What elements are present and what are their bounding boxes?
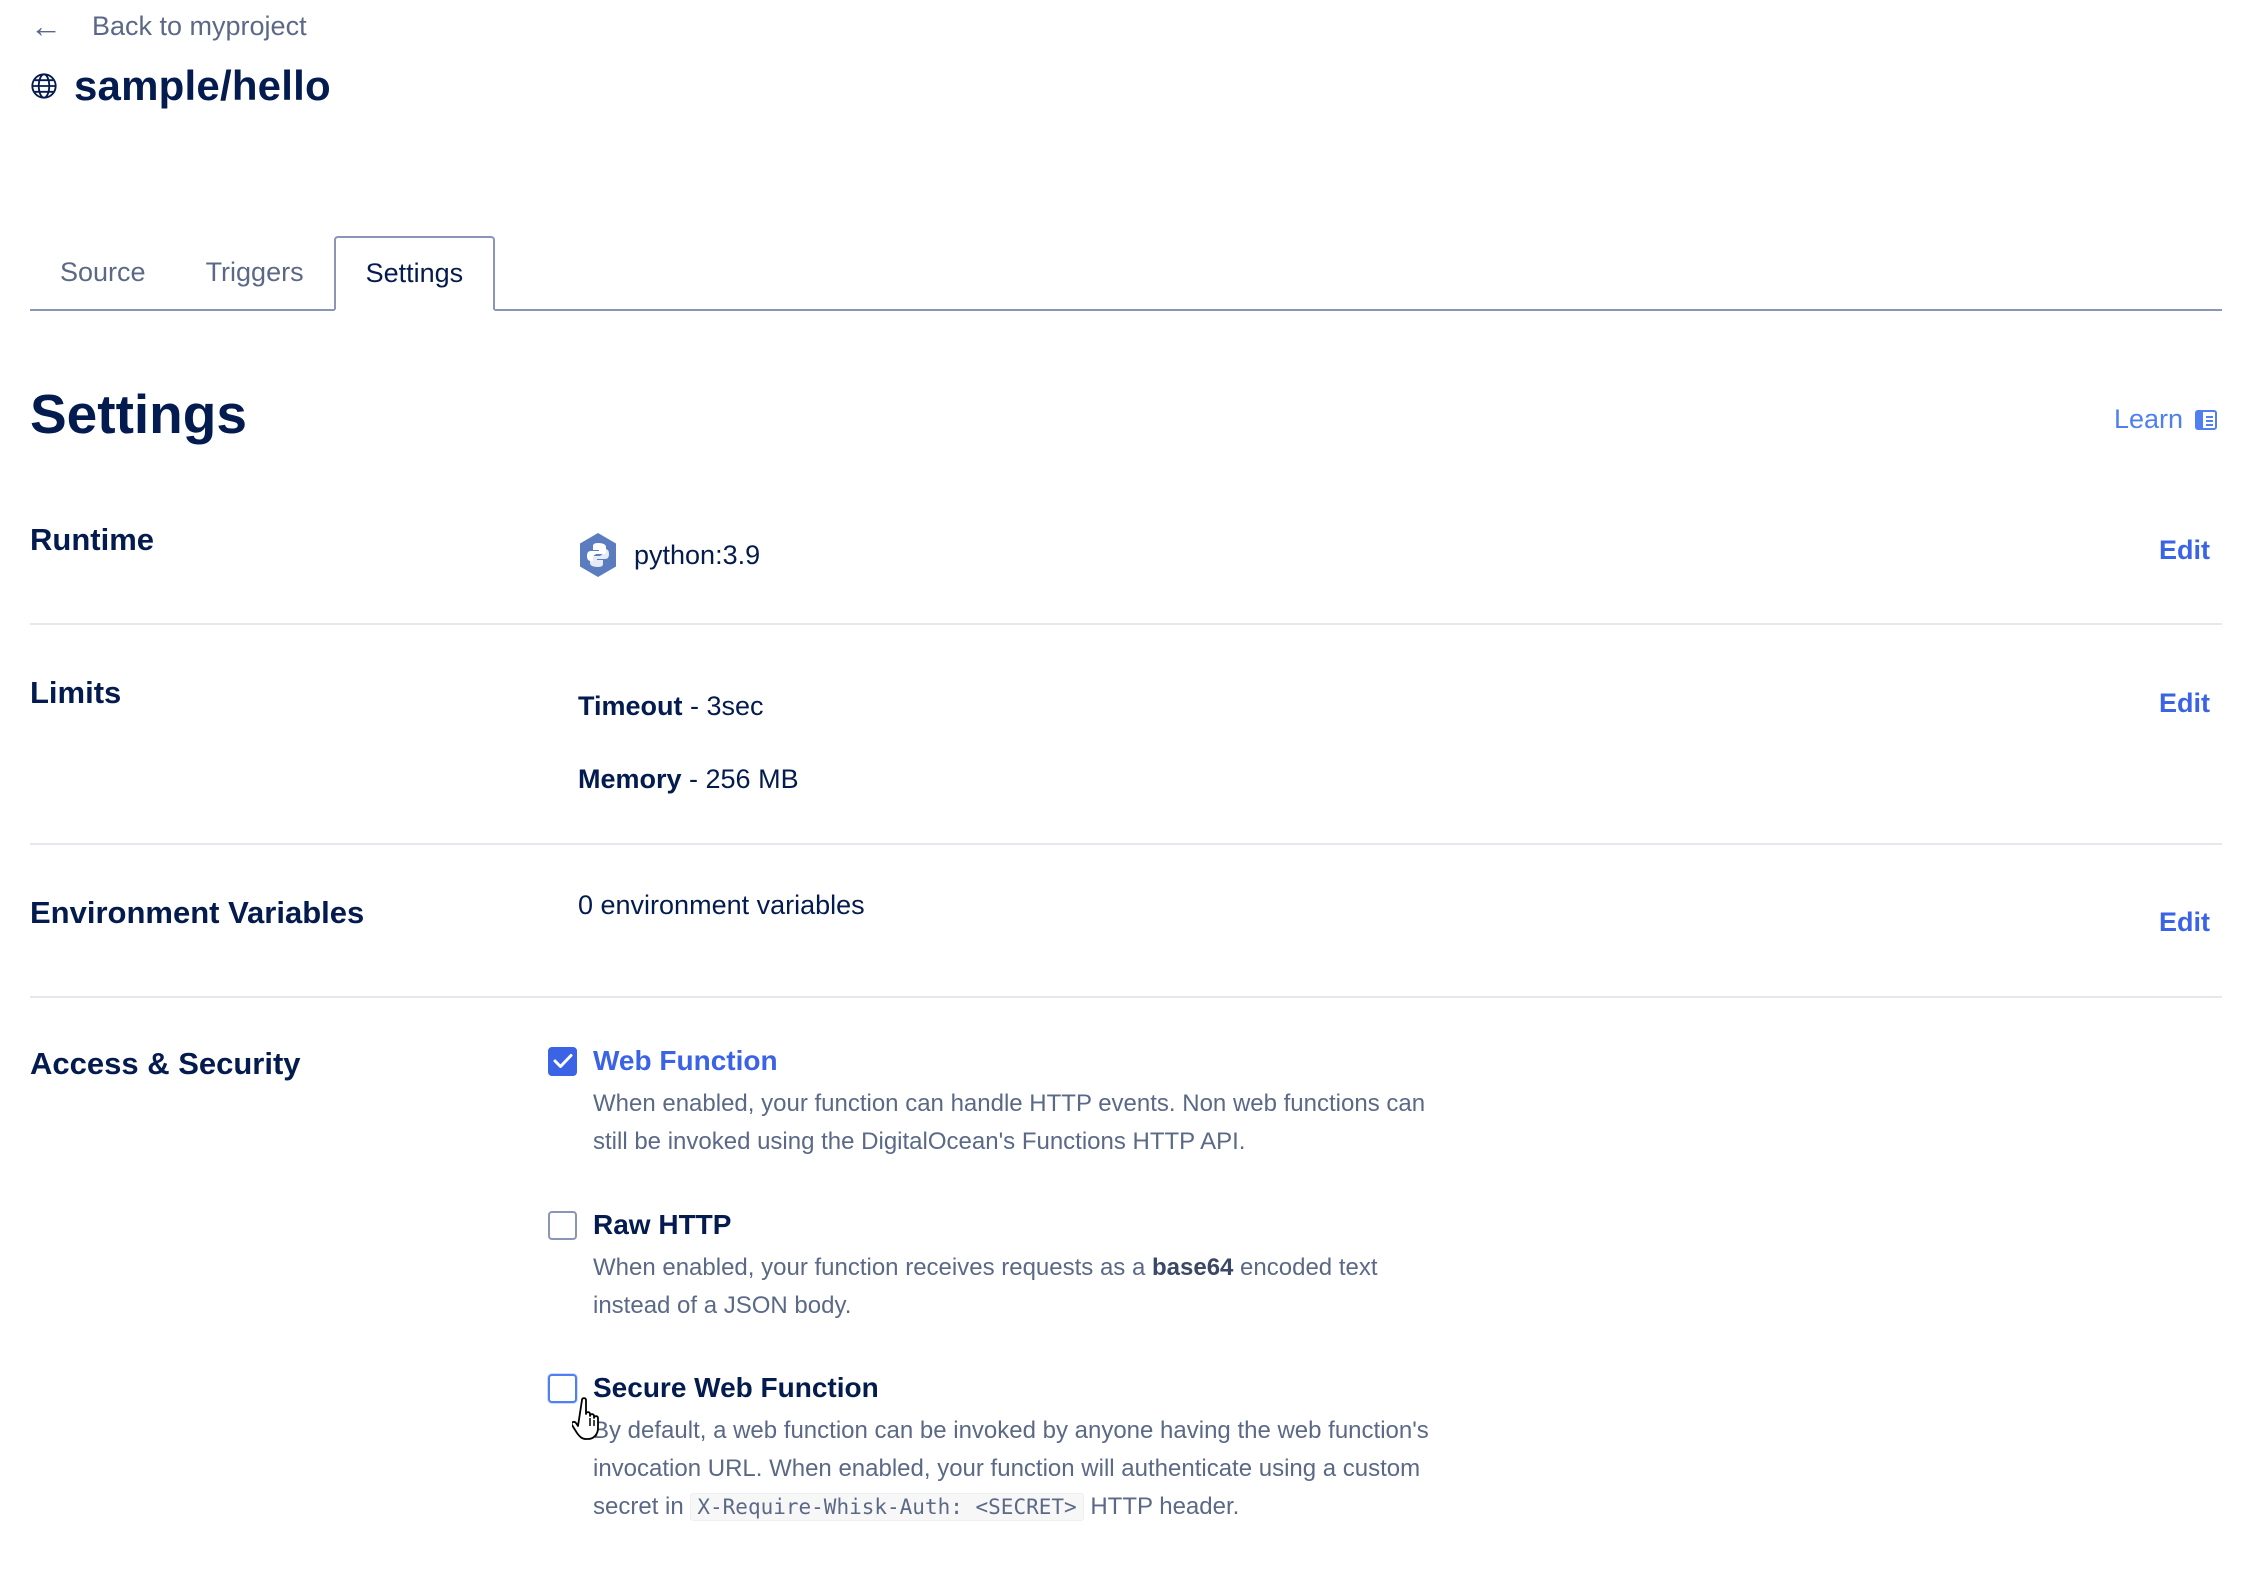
raw-http-description: When enabled, your function receives req… bbox=[593, 1249, 1448, 1325]
timeout-row: Timeout - 3sec bbox=[578, 670, 799, 743]
secure-web-function-description: By default, a web function can be invoke… bbox=[593, 1412, 1448, 1526]
limits-values: Timeout - 3sec Memory - 256 MB bbox=[578, 670, 799, 816]
memory-value: - 256 MB bbox=[681, 764, 799, 794]
timeout-value: - 3sec bbox=[682, 691, 764, 721]
raw-http-checkbox[interactable] bbox=[548, 1210, 577, 1240]
secure-web-function-option: Secure Web Function By default, a web fu… bbox=[548, 1372, 1448, 1526]
globe-icon bbox=[31, 73, 57, 99]
env-value: 0 environment variables bbox=[578, 890, 865, 920]
python-icon bbox=[580, 533, 616, 577]
settings-heading: Settings bbox=[30, 383, 247, 445]
web-function-checkbox[interactable] bbox=[548, 1046, 577, 1076]
timeout-label: Timeout bbox=[578, 691, 683, 721]
secure-desc-text-2: HTTP header. bbox=[1083, 1493, 1240, 1520]
learn-label: Learn bbox=[2113, 404, 2183, 434]
environment-variables-section: Environment Variables 0 environment vari… bbox=[30, 845, 2222, 998]
runtime-section: Runtime python:3.9 Edit bbox=[30, 500, 2222, 625]
tab-source[interactable]: Source bbox=[30, 236, 176, 309]
arrow-left-icon: ← bbox=[30, 8, 62, 44]
raw-http-option: Raw HTTP When enabled, your function rec… bbox=[548, 1209, 1448, 1325]
runtime-value: python:3.9 bbox=[578, 532, 760, 578]
auth-header-code: X-Require-Whisk-Auth: <SECRET> bbox=[690, 1493, 1084, 1521]
tab-settings[interactable]: Settings bbox=[333, 236, 496, 311]
checkmark-icon bbox=[553, 1054, 572, 1068]
limits-label: Limits bbox=[30, 675, 122, 710]
tab-bar: Source Triggers Settings bbox=[30, 236, 2222, 311]
runtime-label: Runtime bbox=[30, 522, 154, 557]
memory-label: Memory bbox=[578, 764, 682, 794]
base64-emphasis: base64 bbox=[1151, 1254, 1234, 1281]
web-function-option: Web Function When enabled, your function… bbox=[548, 1045, 1448, 1161]
memory-row: Memory - 256 MB bbox=[578, 743, 799, 816]
tab-triggers[interactable]: Triggers bbox=[176, 236, 334, 309]
limits-edit-button[interactable]: Edit bbox=[2159, 688, 2210, 719]
raw-http-desc-text: When enabled, your function receives req… bbox=[593, 1254, 1152, 1281]
secure-web-function-title[interactable]: Secure Web Function bbox=[593, 1372, 879, 1404]
access-label: Access & Security bbox=[30, 1046, 301, 1081]
web-function-description: When enabled, your function can handle H… bbox=[593, 1090, 1426, 1155]
function-title: sample/hello bbox=[74, 62, 331, 109]
learn-link[interactable]: Learn bbox=[2114, 404, 2217, 435]
back-link-label: Back to myproject bbox=[92, 10, 307, 41]
env-edit-button[interactable]: Edit bbox=[2159, 907, 2210, 938]
runtime-edit-button[interactable]: Edit bbox=[2159, 535, 2210, 566]
web-function-title[interactable]: Web Function bbox=[593, 1045, 778, 1077]
env-label: Environment Variables bbox=[30, 895, 365, 930]
limits-section: Limits Timeout - 3sec Memory - 256 MB Ed… bbox=[30, 625, 2222, 845]
raw-http-title[interactable]: Raw HTTP bbox=[593, 1209, 731, 1241]
runtime-text: python:3.9 bbox=[634, 539, 761, 570]
page-title-row: sample/hello bbox=[30, 62, 331, 110]
book-icon bbox=[2195, 409, 2217, 430]
back-to-project-link[interactable]: ← Back to myproject bbox=[30, 10, 307, 42]
secure-web-function-checkbox[interactable] bbox=[548, 1373, 577, 1403]
